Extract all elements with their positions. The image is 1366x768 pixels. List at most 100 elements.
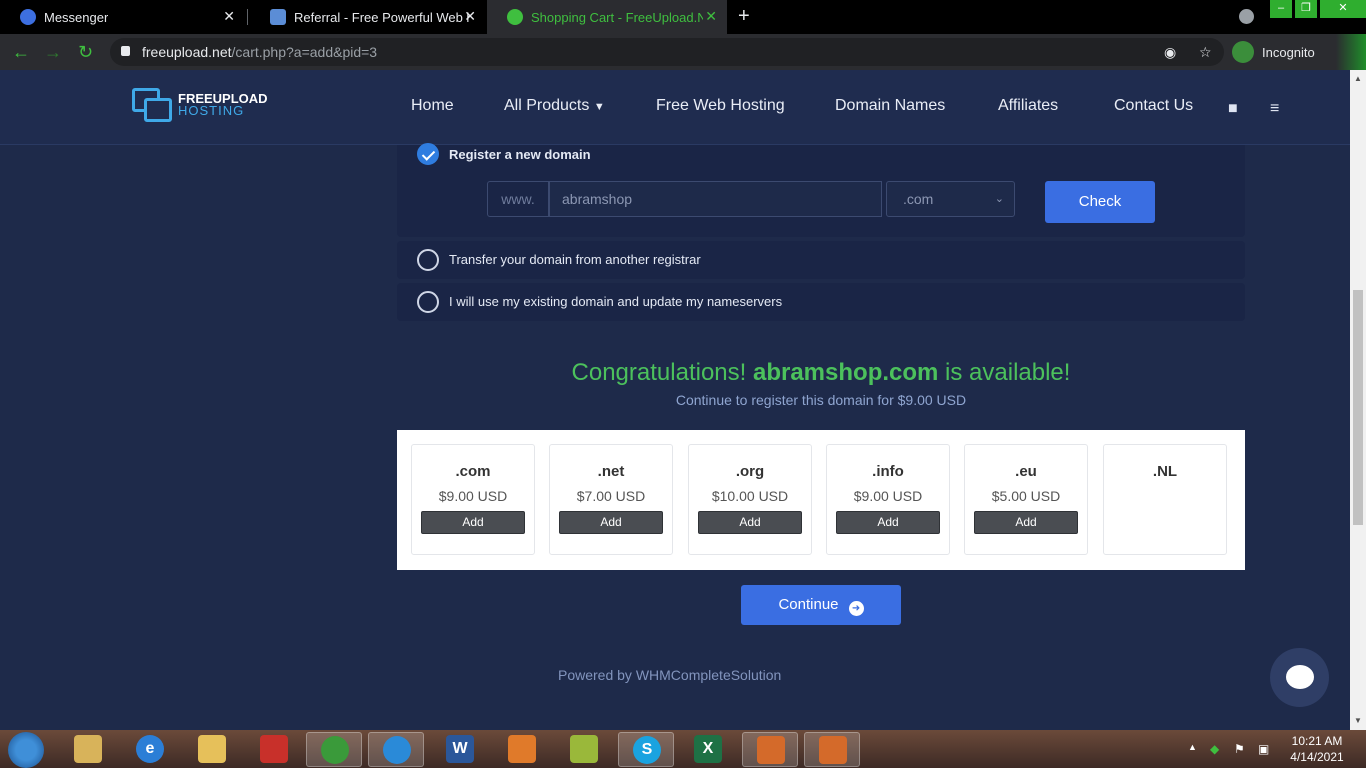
back-icon[interactable]: ← bbox=[12, 42, 30, 63]
add-button[interactable]: Add bbox=[836, 511, 940, 534]
skype-icon: S bbox=[633, 736, 661, 764]
add-button[interactable]: Add bbox=[559, 511, 663, 534]
network-icon[interactable]: ▣ bbox=[1258, 742, 1269, 756]
domain-name-input[interactable]: abramshop bbox=[549, 181, 882, 217]
transfer-option[interactable]: Transfer your domain from another regist… bbox=[397, 241, 1245, 279]
word-icon: W bbox=[446, 735, 474, 763]
add-button[interactable]: Add bbox=[974, 511, 1078, 534]
reload-icon[interactable]: ↻ bbox=[78, 42, 93, 63]
new-tab-icon[interactable]: + bbox=[738, 5, 750, 28]
check-button[interactable]: Check bbox=[1045, 181, 1155, 223]
add-button[interactable]: Add bbox=[421, 511, 525, 534]
tld-card: .eu $5.00 USD Add bbox=[964, 444, 1088, 555]
taskbar-edge[interactable] bbox=[368, 732, 424, 767]
browser-tabstrip: Messenger ✕ Referral - Free Powerful Web… bbox=[0, 0, 1366, 34]
scroll-down-icon[interactable]: ▼ bbox=[1354, 716, 1362, 725]
taskbar-chrome[interactable] bbox=[306, 732, 362, 767]
close-tab-icon[interactable]: ✕ bbox=[464, 8, 476, 25]
eye-off-icon[interactable]: ◉ bbox=[1164, 44, 1176, 61]
fox-icon bbox=[757, 736, 785, 764]
www-prefix: www. bbox=[487, 181, 549, 217]
register-price-note: Continue to register this domain for $9.… bbox=[675, 392, 967, 408]
internet-explorer-icon: e bbox=[136, 735, 164, 763]
chevron-down-icon: ⌄ bbox=[994, 193, 1004, 205]
tld-card: .org $10.00 USD Add bbox=[688, 444, 812, 555]
tab-referral[interactable]: Referral - Free Powerful Web hos ✕ bbox=[250, 0, 486, 34]
star-icon[interactable]: ☆ bbox=[1199, 44, 1212, 61]
security-tray-icon[interactable]: ◆ bbox=[1210, 742, 1219, 756]
taskbar-explorer[interactable] bbox=[60, 732, 116, 767]
nav-home[interactable]: Home bbox=[411, 97, 454, 115]
restore-icon[interactable]: ❐ bbox=[1295, 0, 1317, 18]
url-host: freeupload.net bbox=[142, 44, 232, 60]
nav-affiliates[interactable]: Affiliates bbox=[998, 97, 1058, 115]
incognito-indicator[interactable]: Incognito bbox=[1232, 38, 1315, 66]
nav-contact-us[interactable]: Contact Us bbox=[1114, 97, 1193, 115]
continue-button[interactable]: Continue ➜ bbox=[741, 585, 901, 625]
page-scrollbar[interactable]: ▲ ▼ bbox=[1350, 70, 1366, 730]
close-window-icon[interactable]: ✕ bbox=[1320, 0, 1366, 18]
tld-card: .net $7.00 USD Add bbox=[549, 444, 673, 555]
globe-icon bbox=[507, 9, 523, 25]
powered-by[interactable]: Powered by WHMCompleteSolution bbox=[558, 667, 781, 683]
existing-domain-option[interactable]: I will use my existing domain and update… bbox=[397, 283, 1245, 321]
app-icon bbox=[508, 735, 536, 763]
app-icon bbox=[570, 735, 598, 763]
tray-expand-icon[interactable]: ▲ bbox=[1188, 742, 1197, 752]
taskbar-app[interactable] bbox=[742, 732, 798, 767]
taskbar-skype[interactable]: S bbox=[618, 732, 674, 767]
file-manager-icon bbox=[198, 735, 226, 763]
browser-toolbar: ← → ↻ freeupload.net/cart.php?a=add&pid=… bbox=[0, 34, 1366, 70]
taskbar-word[interactable]: W bbox=[432, 732, 488, 767]
menu-icon[interactable]: ≡ bbox=[1270, 100, 1279, 118]
windows-taskbar: e W S X ▲ ◆ ⚑ ▣ 10:21 AM 4/14/2021 bbox=[0, 730, 1366, 768]
taskbar-app[interactable] bbox=[556, 732, 612, 767]
scroll-up-icon[interactable]: ▲ bbox=[1354, 74, 1362, 83]
logo-icon bbox=[132, 88, 174, 122]
nav-all-products[interactable]: All Products ▼ bbox=[504, 97, 605, 115]
start-button-icon[interactable] bbox=[8, 732, 44, 768]
taskbar-files[interactable] bbox=[184, 732, 240, 767]
page-content: FREEUPLOAD HOSTING Home All Products ▼ F… bbox=[0, 70, 1350, 730]
tld-card: .com $9.00 USD Add bbox=[411, 444, 535, 555]
flag-icon[interactable]: ⚑ bbox=[1234, 742, 1245, 756]
existing-radio[interactable] bbox=[417, 291, 439, 313]
tld-suggestions: .com $9.00 USD Add .net $7.00 USD Add .o… bbox=[397, 430, 1245, 570]
incognito-icon bbox=[1232, 41, 1254, 63]
scrollbar-thumb[interactable] bbox=[1353, 290, 1363, 525]
tld-card: .info $9.00 USD Add bbox=[826, 444, 950, 555]
lock-icon bbox=[121, 46, 130, 56]
cart-icon[interactable]: ■ bbox=[1228, 100, 1238, 118]
excel-icon: X bbox=[694, 735, 722, 763]
address-bar[interactable]: freeupload.net/cart.php?a=add&pid=3 ◉ ☆ bbox=[110, 38, 1224, 66]
taskbar-ie[interactable]: e bbox=[122, 732, 178, 767]
site-icon bbox=[270, 9, 286, 25]
add-button[interactable]: Add bbox=[698, 511, 802, 534]
chat-icon bbox=[1286, 665, 1314, 689]
taskbar-app[interactable] bbox=[494, 732, 550, 767]
nav-free-web-hosting[interactable]: Free Web Hosting bbox=[656, 97, 785, 115]
register-radio[interactable] bbox=[417, 143, 439, 165]
chrome-icon bbox=[321, 736, 349, 764]
minimize-icon[interactable]: – bbox=[1270, 0, 1292, 18]
nav-domain-names[interactable]: Domain Names bbox=[835, 97, 945, 115]
edge-icon bbox=[383, 736, 411, 764]
arrow-right-icon: ➜ bbox=[848, 601, 864, 616]
close-tab-icon[interactable]: ✕ bbox=[223, 8, 235, 25]
tab-shopping-cart[interactable]: Shopping Cart - FreeUpload.Net ✕ bbox=[487, 0, 727, 34]
taskbar-excel[interactable]: X bbox=[680, 732, 736, 767]
taskbar-security[interactable] bbox=[246, 732, 302, 767]
chat-widget-button[interactable] bbox=[1270, 648, 1329, 707]
transfer-radio[interactable] bbox=[417, 249, 439, 271]
site-header: FREEUPLOAD HOSTING Home All Products ▼ F… bbox=[0, 70, 1350, 145]
forward-icon[interactable]: → bbox=[44, 42, 62, 63]
tld-select[interactable]: .com ⌄ bbox=[886, 181, 1015, 217]
site-logo[interactable]: FREEUPLOAD HOSTING bbox=[132, 88, 268, 122]
folder-icon bbox=[74, 735, 102, 763]
tab-messenger[interactable]: Messenger ✕ bbox=[0, 0, 245, 34]
taskbar-clock[interactable]: 10:21 AM 4/14/2021 bbox=[1282, 733, 1352, 765]
close-tab-icon[interactable]: ✕ bbox=[705, 8, 717, 25]
taskbar-app[interactable] bbox=[804, 732, 860, 767]
tab-search-icon[interactable] bbox=[1239, 9, 1254, 24]
available-domain: abramshop.com bbox=[752, 359, 939, 386]
